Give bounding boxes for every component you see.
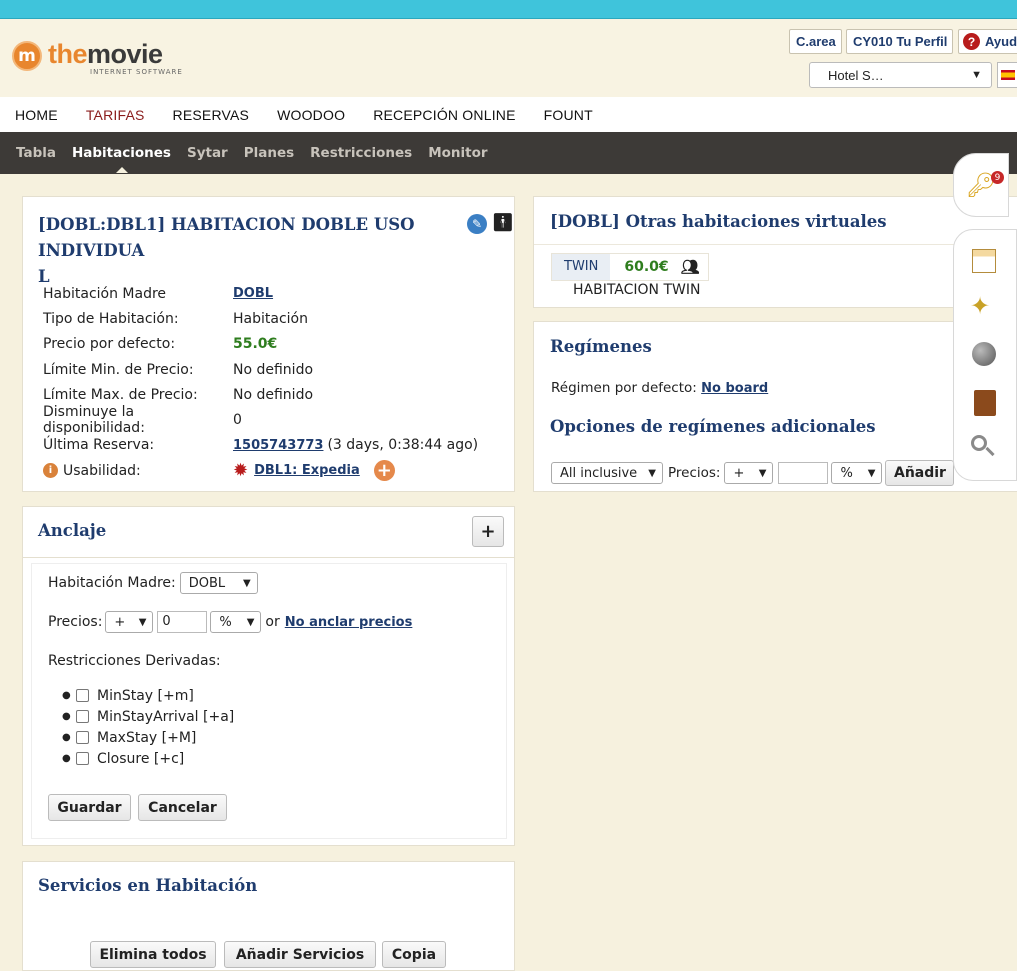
nav-tarifas[interactable]: TARIFAS <box>86 107 145 123</box>
twin-room-name: HABITACION TWIN <box>573 282 701 298</box>
checkbox[interactable] <box>76 731 89 744</box>
virtual-rooms-panel: [DOBL] Otras habitaciones virtuales TWIN… <box>533 196 1017 308</box>
anclaje-toggle-button[interactable]: + <box>472 516 504 547</box>
notification-badge: 9 <box>991 171 1004 184</box>
room-details-panel: [DOBL:DBL1] HABITACION DOBLE USO INDIVID… <box>22 196 515 492</box>
chevron-down-icon: ▼ <box>138 616 147 628</box>
chevron-down-icon: ▼ <box>971 69 982 81</box>
usability-link[interactable]: DBL1: Expedia <box>254 463 360 478</box>
elimina-todos-button[interactable]: Elimina todos <box>90 941 216 968</box>
regimenes-panel: Regímenes Régimen por defecto: No board … <box>533 321 1017 492</box>
servicios-title: Servicios en Habitación <box>38 876 258 895</box>
regimen-unit-select[interactable]: % ▼ <box>831 462 883 484</box>
subnav-restricciones[interactable]: Restricciones <box>310 145 412 161</box>
globe-icon[interactable] <box>972 342 996 366</box>
two-persons-icon: 👥︎ <box>680 258 700 276</box>
checkbox[interactable] <box>76 710 89 723</box>
row-min: Límite Min. de Precio: No definido <box>43 361 314 378</box>
chevron-down-icon: ▼ <box>648 467 656 479</box>
nav-recepcion-online[interactable]: RECEPCIÓN ONLINE <box>373 107 515 123</box>
row-tipo: Tipo de Habitación: Habitación <box>43 310 308 327</box>
floating-sidebar: 🔑︎ 9 <box>953 153 1009 217</box>
row-precio: Precio por defecto: 55.0€ <box>43 336 278 353</box>
add-circle-icon[interactable]: + <box>373 460 395 482</box>
regimenes-title: Regímenes <box>550 337 652 356</box>
chevron-down-icon: ▼ <box>867 467 876 479</box>
list-item: ● Closure [+c] <box>62 750 185 767</box>
anclaje-madre-select[interactable]: DOBL ▼ <box>179 572 258 594</box>
magic-wand-icon[interactable]: ✦ <box>970 292 990 320</box>
tools-sidebar: ✦ <box>953 229 1017 481</box>
commercial-area-button[interactable]: C.area <box>789 29 842 54</box>
regimen-sign-select[interactable]: + ▼ <box>724 462 774 484</box>
regimen-amount-input[interactable] <box>778 462 829 484</box>
keys-button[interactable]: 🔑︎ 9 <box>953 153 1009 217</box>
profile-button[interactable]: CY010 Tu Perfil <box>846 29 953 54</box>
anclaje-amount-input[interactable]: 0 <box>157 611 208 633</box>
list-item: ● MaxStay [+M] <box>62 729 197 746</box>
list-item: ● MinStay [+m] <box>62 687 194 704</box>
main-nav: HOME TARIFAS RESERVAS WOODOO RECEPCIÓN O… <box>0 97 1017 132</box>
checkbox[interactable] <box>76 752 89 765</box>
chevron-down-icon: ▼ <box>243 577 251 589</box>
browser-top-bar <box>0 0 1017 19</box>
default-regimen-link[interactable]: No board <box>701 381 768 396</box>
subnav-monitor[interactable]: Monitor <box>428 145 487 161</box>
restricciones-label: Restricciones Derivadas: <box>48 653 221 669</box>
copia-button[interactable]: Copia <box>382 941 446 968</box>
sub-nav: Tabla Habitaciones Sytar Planes Restricc… <box>0 132 1017 174</box>
opciones-title: Opciones de regímenes adicionales <box>550 417 876 436</box>
row-madre: Habitación Madre DOBL <box>43 285 274 302</box>
anclaje-unit-select[interactable]: % ▼ <box>210 611 262 633</box>
expedia-icon: ✹ <box>233 460 249 482</box>
list-item: ● MinStayArrival [+a] <box>62 708 235 725</box>
row-disminuye: Disminuye la disponibilidad: 0 <box>43 404 242 437</box>
twin-room-chip[interactable]: TWIN 60.0€ 👥︎ <box>551 253 709 281</box>
cancelar-button[interactable]: Cancelar <box>138 794 227 821</box>
chevron-down-icon: ▼ <box>246 616 255 628</box>
help-icon: ? <box>963 33 980 50</box>
checkbox[interactable] <box>76 689 89 702</box>
row-ultima: Última Reserva: 1505743773 (3 days, 0:38:4… <box>43 437 479 454</box>
nav-fount[interactable]: FOUNT <box>544 107 593 123</box>
regimen-select[interactable]: All inclusive ▼ <box>551 462 663 484</box>
room-title: [DOBL:DBL1] HABITACION DOBLE USO INDIVID… <box>38 215 415 286</box>
virtual-title: [DOBL] Otras habitaciones virtuales <box>550 212 887 231</box>
language-flag-spain-icon[interactable] <box>997 62 1017 88</box>
row-usabilidad: i Usabilidad: ✹ DBL1: Expedia + <box>43 458 478 483</box>
subnav-planes[interactable]: Planes <box>244 145 294 161</box>
single-person-icon: 🚹︎ <box>492 213 514 233</box>
anclaje-panel: Anclaje + Habitación Madre: DOBL ▼ Precio… <box>22 506 515 846</box>
madre-link[interactable]: DOBL <box>233 286 273 301</box>
help-button[interactable]: ? Ayud <box>958 29 1017 54</box>
anclaje-form: Habitación Madre: DOBL ▼ Precios: + ▼ 0 % ▼… <box>31 563 507 839</box>
guardar-button[interactable]: Guardar <box>48 794 131 821</box>
info-icon: i <box>43 463 58 479</box>
anadir-servicios-button[interactable]: Añadir Servicios <box>224 941 376 968</box>
chevron-down-icon: ▼ <box>758 467 767 479</box>
subnav-sytar[interactable]: Sytar <box>187 145 228 161</box>
subnav-habitaciones[interactable]: Habitaciones <box>72 145 171 173</box>
nav-reservas[interactable]: RESERVAS <box>173 107 250 123</box>
nav-home[interactable]: HOME <box>15 107 58 123</box>
anclaje-sign-select[interactable]: + ▼ <box>105 611 154 633</box>
book-icon[interactable] <box>974 390 996 416</box>
restrictions-list: ● MinStay [+m] ● MinStayArrival [+a] ● MaxS… <box>62 685 235 769</box>
anadir-regimen-button[interactable]: Añadir <box>885 460 955 486</box>
themovie-logo[interactable]: m themovie INTERNET SOFTWARE <box>12 41 183 76</box>
hotel-select[interactable]: Hotel S… ▼ <box>809 62 992 88</box>
last-booking-link[interactable]: 1505743773 <box>233 438 323 453</box>
logo-mark: m <box>12 41 42 71</box>
no-anclar-link[interactable]: No anclar precios <box>285 615 413 630</box>
anclaje-title: Anclaje <box>38 521 107 540</box>
subnav-tabla[interactable]: Tabla <box>16 145 56 161</box>
calendar-icon[interactable] <box>972 249 996 273</box>
logo-subtitle: INTERNET SOFTWARE <box>90 68 183 76</box>
nav-woodoo[interactable]: WOODOO <box>277 107 345 123</box>
servicios-panel: Servicios en Habitación Elimina todos Añ… <box>22 861 515 971</box>
room-info-table: Habitación Madre DOBL Tipo de Habitación:… <box>43 281 478 483</box>
edit-pencil-icon[interactable]: ✎ <box>467 214 487 234</box>
